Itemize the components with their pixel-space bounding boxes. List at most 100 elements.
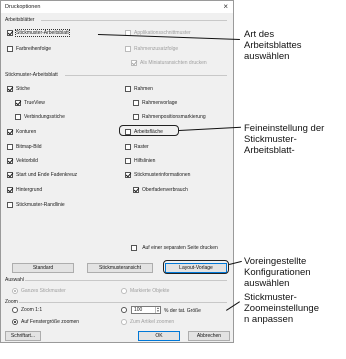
schriftart-button[interactable]: Schriftart... [5, 331, 41, 341]
highlight-layout-vorlage [163, 260, 229, 274]
checkbox-label: Auf einer separaten Seite drucken [142, 245, 218, 251]
checkbox-box[interactable] [125, 144, 131, 150]
zoom-percent-radio[interactable] [121, 307, 127, 313]
stickmuster-arbeitsblatt-checkbox[interactable]: Stickmuster-Arbeitsblatt [7, 29, 70, 37]
checkbox-label: Stickmuster-Arbeitsblatt [15, 29, 70, 37]
standard-button[interactable]: Standard [12, 263, 74, 273]
worksheet-option-checkbox[interactable]: Rahmenpositionsmarkierung [133, 114, 206, 120]
worksheet-option-checkbox[interactable]: Start und Ende Fadenkreuz [7, 172, 77, 178]
checkbox-label: Hintergrund [16, 187, 43, 193]
checkbox-box[interactable] [15, 114, 21, 120]
divider [25, 280, 227, 281]
close-icon[interactable]: × [223, 2, 228, 11]
checkbox-box[interactable] [7, 86, 13, 92]
radio-label: Zum Artikel zoomen [130, 319, 175, 325]
separate-page-checkbox[interactable]: Auf einer separaten Seite drucken [131, 245, 220, 251]
worksheet-option-checkbox[interactable]: Verbindungsstiche [15, 114, 65, 120]
checkbox-box[interactable] [7, 46, 13, 52]
checkbox-box[interactable] [7, 30, 13, 36]
radio-label: Ganzes Stickmuster [21, 288, 66, 294]
spinner-arrows-icon[interactable]: ▲ ▼ [155, 307, 160, 313]
section-zoom: Zoom [5, 299, 18, 305]
checkbox-label: Stickmusterinformationen [134, 172, 191, 178]
stickmusteransicht-button[interactable]: Stickmusteransicht [87, 263, 153, 273]
worksheet-option-checkbox[interactable]: Stiche [7, 86, 30, 92]
worksheet-option-checkbox[interactable]: Stickmusterinformationen [125, 172, 190, 178]
radio-button[interactable] [12, 319, 18, 325]
annotation-line: auswählen [244, 51, 290, 62]
worksheet-option-checkbox[interactable]: Rahmenvorlage [133, 100, 177, 106]
worksheet-option-checkbox[interactable]: Bitmap-Bild [7, 144, 42, 150]
zoom-value: 100 [134, 307, 143, 313]
annotation-line: Arbeitsblatt- [244, 145, 295, 156]
checkbox-label: Konturen [16, 129, 37, 135]
fenstergroesse-radio[interactable]: Auf Fenstergröße zoomen [12, 319, 79, 325]
worksheet-option-checkbox[interactable]: Hilfslinien [125, 158, 155, 164]
checkbox-label: Rahmen [134, 86, 153, 92]
radio-label: Zoom 1:1 [21, 307, 43, 313]
checkbox-box [131, 60, 137, 66]
checkbox-box[interactable] [7, 144, 13, 150]
annotation-line: Art des [244, 29, 275, 40]
checkbox-box[interactable] [125, 172, 131, 178]
worksheet-option-checkbox[interactable]: Konturen [7, 129, 36, 135]
markierte-objekte-radio: Markierte Objekte [121, 288, 169, 294]
radio-button [121, 319, 127, 325]
radio-button[interactable] [121, 307, 127, 313]
annotation-line: Feineinstellung der [244, 123, 325, 134]
worksheet-option-checkbox[interactable]: Stickmuster-Randlinie [7, 202, 65, 208]
zoom-suffix: % der tat. Größe [164, 308, 201, 314]
checkbox-box[interactable] [133, 187, 139, 193]
checkbox-box[interactable] [7, 158, 13, 164]
checkbox-box[interactable] [7, 202, 13, 208]
checkbox-label: Stiche [16, 86, 30, 92]
checkbox-label: Oberfadenverbrauch [142, 187, 188, 193]
annotation-line: Stickmuster- [244, 134, 297, 145]
artikel-zoomen-radio: Zum Artikel zoomen [121, 319, 174, 325]
checkbox-label: Start und Ende Fadenkreuz [16, 172, 78, 178]
checkbox-box[interactable] [133, 100, 139, 106]
checkbox-box[interactable] [15, 100, 21, 106]
farbreihenfolge-checkbox[interactable]: Farbreihenfolge [7, 46, 51, 52]
annotation-line: Voreingestellte [244, 256, 307, 267]
checkbox-box[interactable] [133, 114, 139, 120]
section-arbeitsblatter: Arbeitsblätter [5, 17, 35, 23]
checkbox-box[interactable] [125, 86, 131, 92]
annotation-line: Zoomeinstellunge [244, 303, 319, 314]
print-options-dialog: Druckoptionen × Arbeitsblätter Stickmust… [0, 0, 234, 343]
checkbox-box[interactable] [7, 172, 13, 178]
radio-button [12, 288, 18, 294]
checkbox-label: Farbreihenfolge [16, 46, 52, 52]
title-bar: Druckoptionen × [1, 1, 233, 13]
radio-label: Auf Fenstergröße zoomen [21, 319, 80, 325]
radio-button [121, 288, 127, 294]
rahmenzusatzfolge-checkbox: Rahmenzusatzfolge [125, 46, 178, 52]
zoom-1-1-radio[interactable]: Zoom 1:1 [12, 307, 42, 313]
annotation-line: Arbeitsblattes [244, 40, 302, 51]
dialog-title: Druckoptionen [5, 4, 41, 10]
worksheet-option-checkbox[interactable]: Hintergrund [7, 187, 42, 193]
checkbox-label: Raster [134, 144, 149, 150]
checkbox-label: Verbindungsstiche [24, 114, 65, 120]
checkbox-box[interactable] [7, 187, 13, 193]
worksheet-option-checkbox[interactable]: Rahmen [125, 86, 153, 92]
checkbox-label: Bitmap-Bild [16, 144, 42, 150]
checkbox-label: Vektorbild [16, 158, 38, 164]
worksheet-option-checkbox[interactable]: TrueView [15, 100, 45, 106]
abbrechen-button[interactable]: Abbrechen [188, 331, 230, 341]
annotation-line: Konfigurationen [244, 267, 311, 278]
worksheet-option-checkbox[interactable]: Raster [125, 144, 149, 150]
worksheet-option-checkbox[interactable]: Oberfadenverbrauch [133, 187, 188, 193]
ok-button[interactable]: OK [138, 331, 180, 341]
annotation-fein: Feineinstellung der Stickmuster- Arbeits… [244, 123, 324, 156]
checkbox-label: Rahmenpositionsmarkierung [142, 114, 206, 120]
checkbox-box[interactable] [131, 245, 137, 251]
worksheet-option-checkbox[interactable]: Vektorbild [7, 158, 38, 164]
divider [65, 75, 227, 76]
section-stickmuster-arbeitsblatt: Stickmuster-Arbeitsblatt [5, 72, 58, 78]
checkbox-box[interactable] [125, 158, 131, 164]
divider [19, 302, 227, 303]
radio-button[interactable] [12, 307, 18, 313]
checkbox-box[interactable] [7, 129, 13, 135]
zoom-percent-input[interactable]: 100 ▲ ▼ [131, 306, 161, 314]
